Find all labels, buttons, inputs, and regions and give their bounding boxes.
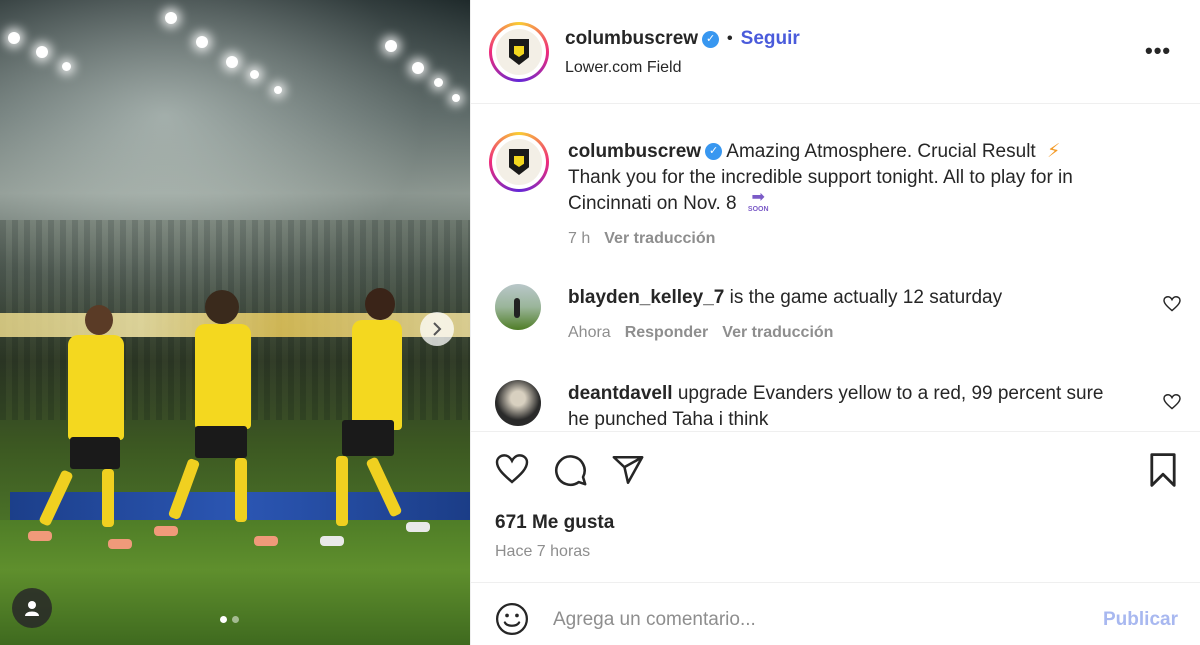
caption-username[interactable]: columbuscrew <box>568 141 701 162</box>
caption: columbuscrew ✓ Amazing Atmosphere. Crucia… <box>568 139 1168 217</box>
floodlight <box>165 12 177 24</box>
post-header: columbuscrew ✓ • Seguir <box>471 0 1200 104</box>
comment-text-line2: he punched Taha i think <box>568 409 769 430</box>
likes-count[interactable]: 671 Me gusta <box>495 512 614 534</box>
crew-logo-icon <box>496 29 542 75</box>
comment: blayden_kelley_7 is the game actually 12… <box>568 285 1002 311</box>
comment-icon[interactable] <box>554 453 588 487</box>
carousel-indicator <box>220 616 239 623</box>
commenter-avatar[interactable] <box>495 284 541 330</box>
reply-link[interactable]: Responder <box>625 324 709 341</box>
floodlight <box>385 40 397 52</box>
floodlight <box>274 86 282 94</box>
floodlight <box>226 56 238 68</box>
lightning-icon: ⚡ <box>1046 141 1061 162</box>
follow-button[interactable]: Seguir <box>741 28 800 50</box>
verified-icon: ✓ <box>702 30 720 48</box>
like-comment-heart-icon[interactable] <box>1163 394 1181 410</box>
chevron-right-icon <box>430 322 444 336</box>
post-viewer: columbuscrew ✓ • Seguir Lower.com Field … <box>0 0 1200 645</box>
comment-username[interactable]: blayden_kelley_7 <box>568 287 724 308</box>
user-tag-icon <box>23 599 41 617</box>
more-icon[interactable]: ••• <box>1145 38 1171 64</box>
crew-logo-icon <box>496 139 542 185</box>
caption-text-line2: Thank you for the incredible support ton… <box>568 167 1073 188</box>
floodlight <box>434 78 443 87</box>
post-image[interactable] <box>0 0 470 645</box>
comment: deantdavell upgrade Evanders yellow to a… <box>568 381 1158 431</box>
heart-icon[interactable] <box>495 454 529 484</box>
commenter-avatar[interactable] <box>495 380 541 426</box>
verified-icon: ✓ <box>705 143 723 161</box>
carousel-dot <box>232 616 239 623</box>
floodlight <box>196 36 208 48</box>
bookmark-icon[interactable] <box>1149 453 1177 487</box>
caption-translate-link[interactable]: Ver traducción <box>604 230 715 247</box>
header-username[interactable]: columbuscrew <box>565 28 698 50</box>
floodlight <box>250 70 259 79</box>
floodlight <box>452 94 460 102</box>
separator-dot: • <box>727 30 733 47</box>
comment-text-line1: upgrade Evanders yellow to a red, 99 per… <box>677 383 1104 404</box>
comment-input[interactable]: Agrega un comentario... <box>553 609 756 631</box>
post-panel: columbuscrew ✓ • Seguir Lower.com Field … <box>470 0 1200 645</box>
soon-label: SOON <box>747 205 769 213</box>
floodlight <box>62 62 71 71</box>
arrow-soon-icon: ➡ SOON <box>747 188 769 213</box>
comments-list: columbuscrew ✓ Amazing Atmosphere. Crucia… <box>471 104 1200 431</box>
floodlight <box>412 62 424 74</box>
emoji-icon[interactable] <box>495 602 529 636</box>
caption-text-line3: Cincinnati on Nov. 8 <box>568 193 737 214</box>
publish-button[interactable]: Publicar <box>1103 609 1178 631</box>
like-comment-heart-icon[interactable] <box>1163 296 1181 312</box>
comment-username[interactable]: deantdavell <box>568 383 673 404</box>
caption-meta: 7 h Ver traducción <box>568 230 715 248</box>
caption-avatar[interactable] <box>489 132 549 192</box>
floodlight <box>36 46 48 58</box>
next-slide-button[interactable] <box>420 312 454 346</box>
caption-age: 7 h <box>568 230 591 247</box>
carousel-dot-active <box>220 616 227 623</box>
tagged-users-button[interactable] <box>12 588 52 628</box>
comment-meta: Ahora Responder Ver traducción <box>568 324 833 342</box>
pitch <box>0 520 470 645</box>
post-timestamp: Hace 7 horas <box>495 543 591 560</box>
translate-link[interactable]: Ver traducción <box>722 324 833 341</box>
share-icon[interactable] <box>611 453 645 487</box>
floodlight <box>8 32 20 44</box>
location-link[interactable]: Lower.com Field <box>565 59 682 77</box>
comment-text: is the game actually 12 saturday <box>729 287 1003 308</box>
comment-age: Ahora <box>568 324 611 341</box>
avatar[interactable] <box>489 22 549 82</box>
caption-text-line1: Amazing Atmosphere. Crucial Result <box>726 141 1036 162</box>
